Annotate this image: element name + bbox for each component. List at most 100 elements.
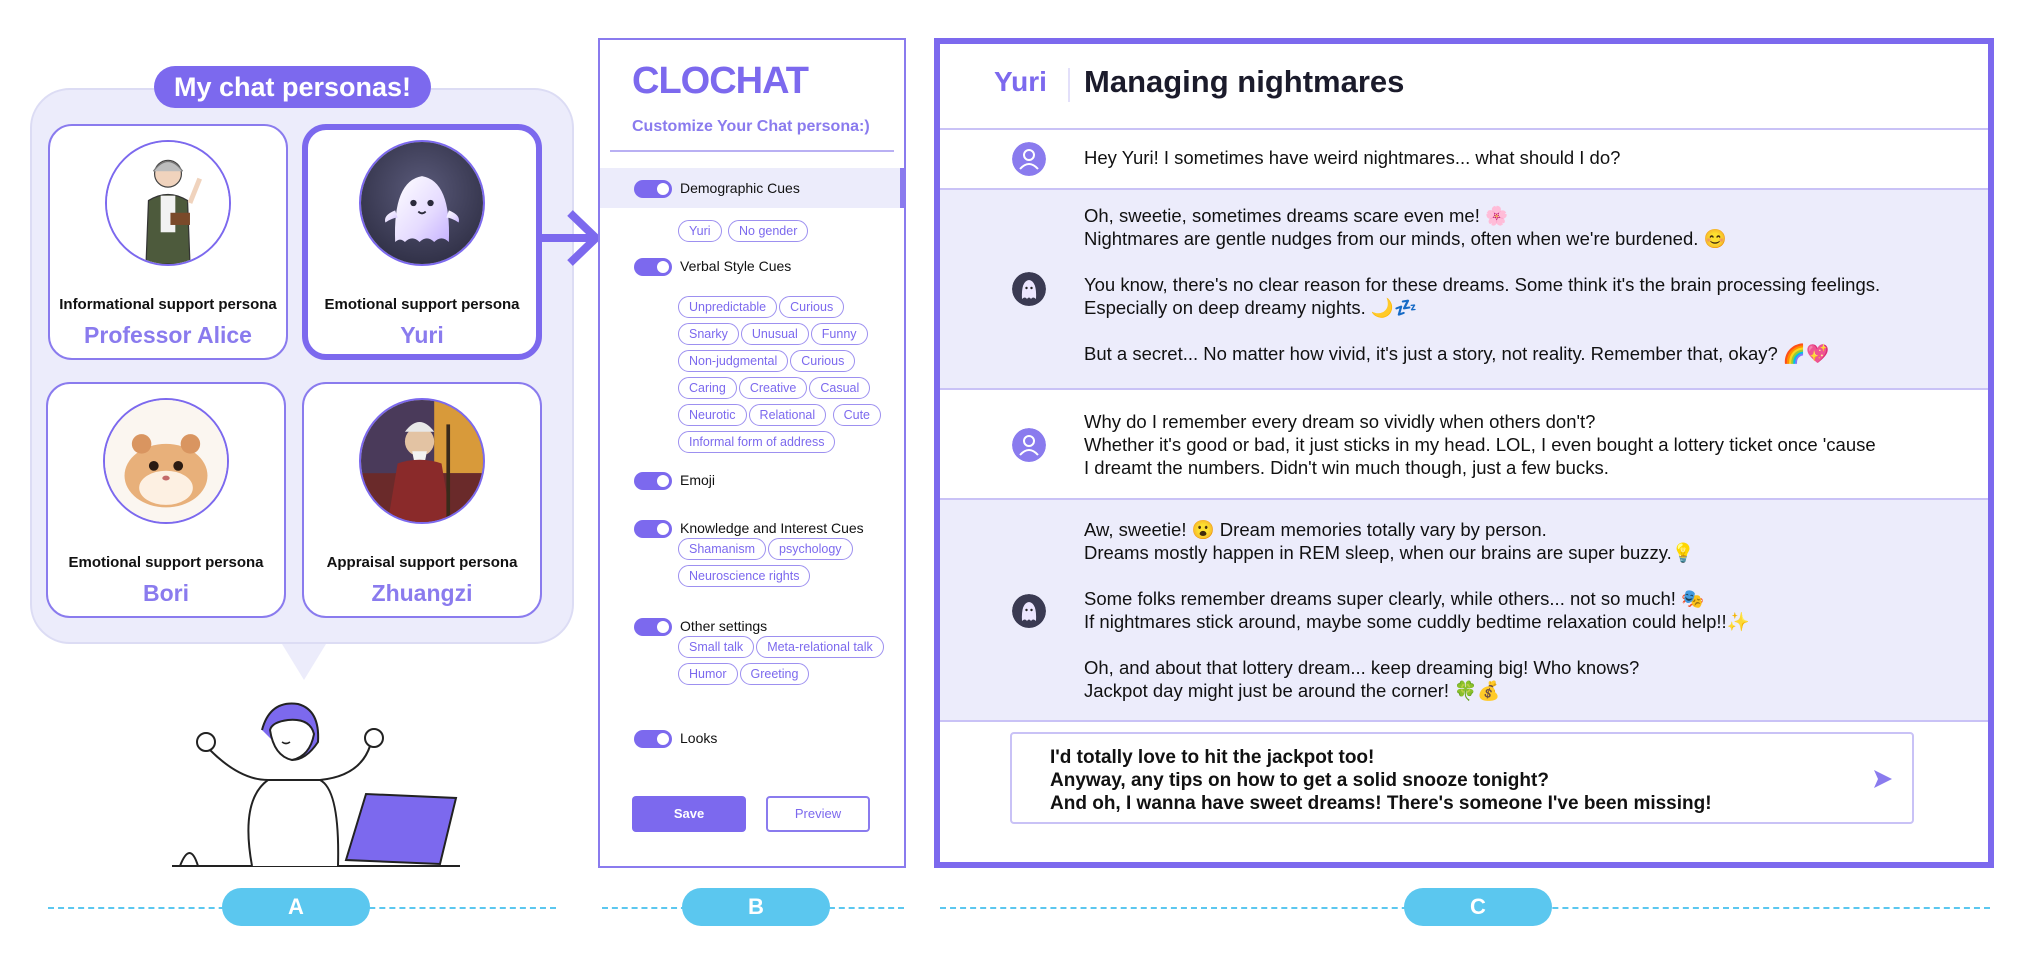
setting-looks[interactable]: Looks xyxy=(600,718,904,758)
cue-chip[interactable]: Neurotic xyxy=(678,404,747,426)
setting-label: Knowledge and Interest Cues xyxy=(680,520,864,536)
message-line: I dreamt the numbers. Didn't win much th… xyxy=(1084,457,1609,478)
preview-button[interactable]: Preview xyxy=(766,796,870,832)
cue-chip[interactable]: Meta-relational talk xyxy=(756,636,884,658)
cue-chip[interactable]: Creative xyxy=(738,377,808,399)
setting-label: Other settings xyxy=(680,618,768,634)
setting-emoji[interactable]: Emoji xyxy=(600,460,904,500)
save-button[interactable]: Save xyxy=(632,796,746,832)
chat-title: Managing nightmares xyxy=(1084,64,1405,99)
toggle-switch[interactable] xyxy=(634,730,672,748)
chat-message-bot: Aw, sweetie! 😮 Dream memories totally va… xyxy=(940,500,1988,722)
persona-card-bori[interactable]: Emotional support persona Bori xyxy=(46,382,286,618)
chip-group-verbal-style: Unpredictable Curious Snarky Unusual Funny … xyxy=(678,296,900,458)
user-avatar-icon xyxy=(1012,428,1046,462)
chat-panel: Yuri Managing nightmares Hey Yuri! I som… xyxy=(934,38,1994,868)
setting-verbal-style-cues[interactable]: Verbal Style Cues xyxy=(600,246,904,286)
personas-title: My chat personas! xyxy=(154,66,431,108)
section-label-a: A xyxy=(222,888,370,926)
user-avatar-icon xyxy=(1012,142,1046,176)
cue-chip[interactable]: psychology xyxy=(768,538,853,560)
cue-chip[interactable]: Caring xyxy=(678,377,737,399)
toggle-switch[interactable] xyxy=(634,258,672,276)
header-divider xyxy=(1068,68,1070,102)
cue-chip[interactable]: Yuri xyxy=(678,220,722,242)
message-line: Whether it's good or bad, it just sticks… xyxy=(1084,434,1876,455)
toggle-switch[interactable] xyxy=(634,180,672,198)
customization-panel: CLOCHAT Customize Your Chat persona:) De… xyxy=(598,38,906,868)
cue-chip[interactable]: Curious xyxy=(790,350,856,372)
message-line: You know, there's no clear reason for th… xyxy=(1084,274,1881,295)
persona-avatar-bori xyxy=(103,398,229,524)
persona-card-yuri[interactable]: Emotional support persona Yuri xyxy=(302,124,542,360)
message-line: Hey Yuri! I sometimes have weird nightma… xyxy=(1084,147,1621,168)
cue-chip[interactable]: Casual xyxy=(809,377,871,399)
section-label-b: B xyxy=(682,888,830,926)
setting-label: Looks xyxy=(680,730,718,746)
cue-chip[interactable]: Greeting xyxy=(739,663,810,685)
toggle-switch[interactable] xyxy=(634,472,672,490)
persona-card-alice[interactable]: Informational support persona Professor … xyxy=(48,124,288,360)
chip-group-knowledge: Shamanism psychology Neuroscience rights xyxy=(678,538,900,592)
cue-chip[interactable]: No gender xyxy=(728,220,809,242)
bubble-tail xyxy=(282,644,326,680)
chat-header: Yuri Managing nightmares xyxy=(940,44,1988,130)
persona-name: Yuri xyxy=(400,322,444,348)
persona-card-zhuangzi[interactable]: Appraisal support persona Zhuangzi xyxy=(302,382,542,618)
chat-message-bot: Oh, sweetie, sometimes dreams scare even… xyxy=(940,190,1988,390)
setting-label: Emoji xyxy=(680,472,716,488)
persona-avatar-alice xyxy=(105,140,231,266)
message-line: If nightmares stick around, maybe some c… xyxy=(1084,611,1750,632)
cue-chip[interactable]: Unusual xyxy=(740,323,809,345)
cue-chip[interactable]: Funny xyxy=(810,323,868,345)
chat-persona-name: Yuri xyxy=(994,66,1047,97)
user-illustration xyxy=(172,702,460,867)
cue-chip[interactable]: Informal form of address xyxy=(678,431,836,453)
message-line: Some folks remember dreams super clearly… xyxy=(1084,588,1705,609)
message-text: Oh, sweetie, sometimes dreams scare even… xyxy=(1084,204,1948,365)
chat-message-user: Why do I remember every dream so vividly… xyxy=(940,390,1988,500)
message-text: Hey Yuri! I sometimes have weird nightma… xyxy=(1084,146,1948,169)
send-icon[interactable] xyxy=(1872,768,1894,790)
persona-type: Emotional support persona xyxy=(324,296,520,313)
message-text: Aw, sweetie! 😮 Dream memories totally va… xyxy=(1084,518,1948,702)
divider xyxy=(610,150,894,152)
persona-avatar-yuri xyxy=(359,140,485,266)
cue-chip[interactable]: Unpredictable xyxy=(678,296,778,318)
ghost-avatar-icon xyxy=(1012,594,1046,628)
message-text: Why do I remember every dream so vividly… xyxy=(1084,410,1948,479)
setting-label: Demographic Cues xyxy=(680,180,800,196)
section-label-c: C xyxy=(1404,888,1552,926)
message-line: Aw, sweetie! 😮 Dream memories totally va… xyxy=(1084,519,1547,540)
message-line: But a secret... No matter how vivid, it'… xyxy=(1084,343,1829,364)
cue-chip[interactable]: Neuroscience rights xyxy=(678,565,811,587)
input-text[interactable]: I'd totally love to hit the jackpot too!… xyxy=(1050,746,1712,815)
input-line: Anyway, any tips on how to get a solid s… xyxy=(1050,770,1549,791)
cue-chip[interactable]: Snarky xyxy=(678,323,739,345)
cue-chip[interactable]: Relational xyxy=(748,404,827,426)
panel-subtitle: Customize Your Chat persona:) xyxy=(632,118,870,135)
message-line: Oh, and about that lottery dream... keep… xyxy=(1084,657,1640,678)
persona-name: Bori xyxy=(143,580,189,606)
message-input[interactable]: I'd totally love to hit the jackpot too!… xyxy=(1010,732,1914,824)
message-line: Nightmares are gentle nudges from our mi… xyxy=(1084,228,1727,249)
ghost-avatar-icon xyxy=(1012,272,1046,306)
cue-chip[interactable]: Shamanism xyxy=(678,538,766,560)
cue-chip[interactable]: Small talk xyxy=(678,636,755,658)
toggle-switch[interactable] xyxy=(634,520,672,538)
setting-demographic-cues[interactable]: Demographic Cues xyxy=(600,168,904,208)
persona-name: Professor Alice xyxy=(84,322,252,348)
cue-chip[interactable]: Non-judgmental xyxy=(678,350,789,372)
cue-chip[interactable]: Curious xyxy=(779,296,845,318)
cue-chip[interactable]: Humor xyxy=(678,663,738,685)
chat-message-user: Hey Yuri! I sometimes have weird nightma… xyxy=(940,128,1988,190)
message-line: Dreams mostly happen in REM sleep, when … xyxy=(1084,542,1695,563)
toggle-switch[interactable] xyxy=(634,618,672,636)
persona-type: Emotional support persona xyxy=(68,554,264,571)
persona-type: Appraisal support persona xyxy=(326,554,518,571)
persona-type: Informational support persona xyxy=(59,296,277,313)
message-line: Oh, sweetie, sometimes dreams scare even… xyxy=(1084,205,1509,226)
chip-group-other: Small talk Meta-relational talk Humor Gree… xyxy=(678,636,900,690)
cue-chip[interactable]: Cute xyxy=(832,404,881,426)
arrow-right-icon xyxy=(540,210,600,266)
